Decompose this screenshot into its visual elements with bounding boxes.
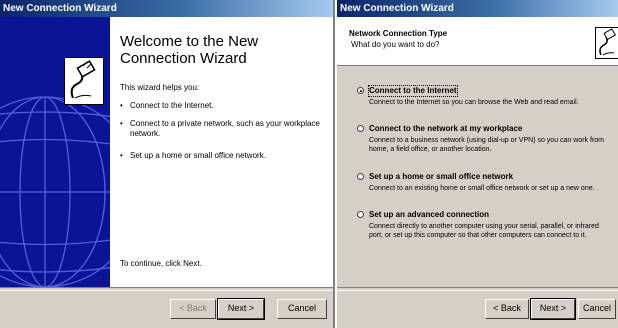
- network-cable-plug-icon: [595, 27, 618, 59]
- cancel-button[interactable]: Cancel: [277, 299, 327, 319]
- bullet-item: • Connect to the Internet.: [120, 101, 214, 110]
- option-description: Connect to a business network (using dia…: [369, 137, 604, 153]
- cancel-button[interactable]: Cancel: [578, 299, 616, 319]
- continue-text: To continue, click Next.: [120, 259, 202, 268]
- option-label[interactable]: Connect to the network at my workplace: [369, 124, 522, 134]
- wizard-side-panel: [0, 17, 110, 287]
- next-button[interactable]: Next >: [530, 298, 576, 320]
- option-description: Connect to the Internet so you can brows…: [369, 99, 579, 106]
- option-description: Connect directly to another computer usi…: [369, 223, 599, 239]
- divider: [0, 287, 333, 291]
- option-label[interactable]: Set up an advanced connection: [369, 210, 489, 220]
- back-button[interactable]: < Back: [485, 299, 529, 319]
- wizard-header: Network Connection Type What do you want…: [337, 17, 618, 66]
- welcome-wizard-window: New Connection Wizard Welcome to the New…: [0, 0, 335, 328]
- wizard-content-panel: Welcome to the New Connection Wizard Thi…: [110, 17, 333, 287]
- radio-connect-internet[interactable]: [357, 87, 364, 94]
- network-cable-plug-icon: [64, 57, 104, 105]
- radio-advanced-connection[interactable]: [357, 211, 364, 218]
- bullet-item: • Connect to a private network, such as y…: [120, 119, 320, 138]
- radio-home-office-network[interactable]: [357, 173, 364, 180]
- back-button[interactable]: < Back: [170, 299, 216, 319]
- bullet-item: • Set up a home or small office network.: [120, 151, 266, 160]
- radio-connect-workplace[interactable]: [357, 125, 364, 132]
- divider: [337, 287, 618, 291]
- wizard-heading: Welcome to the New Connection Wizard: [120, 33, 259, 67]
- connection-type-wizard-window: New Connection Wizard Network Connection…: [337, 0, 618, 328]
- intro-text: This wizard helps you:: [120, 83, 200, 92]
- page-title: Network Connection Type: [349, 29, 448, 38]
- window-title-bar[interactable]: New Connection Wizard: [0, 0, 333, 17]
- option-label[interactable]: Connect to the Internet: [368, 85, 458, 97]
- next-button[interactable]: Next >: [217, 298, 265, 320]
- option-description: Connect to an existing home or small off…: [369, 185, 595, 192]
- window-title: New Connection Wizard: [3, 3, 117, 14]
- page-subtitle: What do you want to do?: [351, 40, 440, 49]
- window-title: New Connection Wizard: [340, 3, 454, 14]
- window-title-bar[interactable]: New Connection Wizard: [337, 0, 618, 17]
- option-label[interactable]: Set up a home or small office network: [369, 172, 513, 182]
